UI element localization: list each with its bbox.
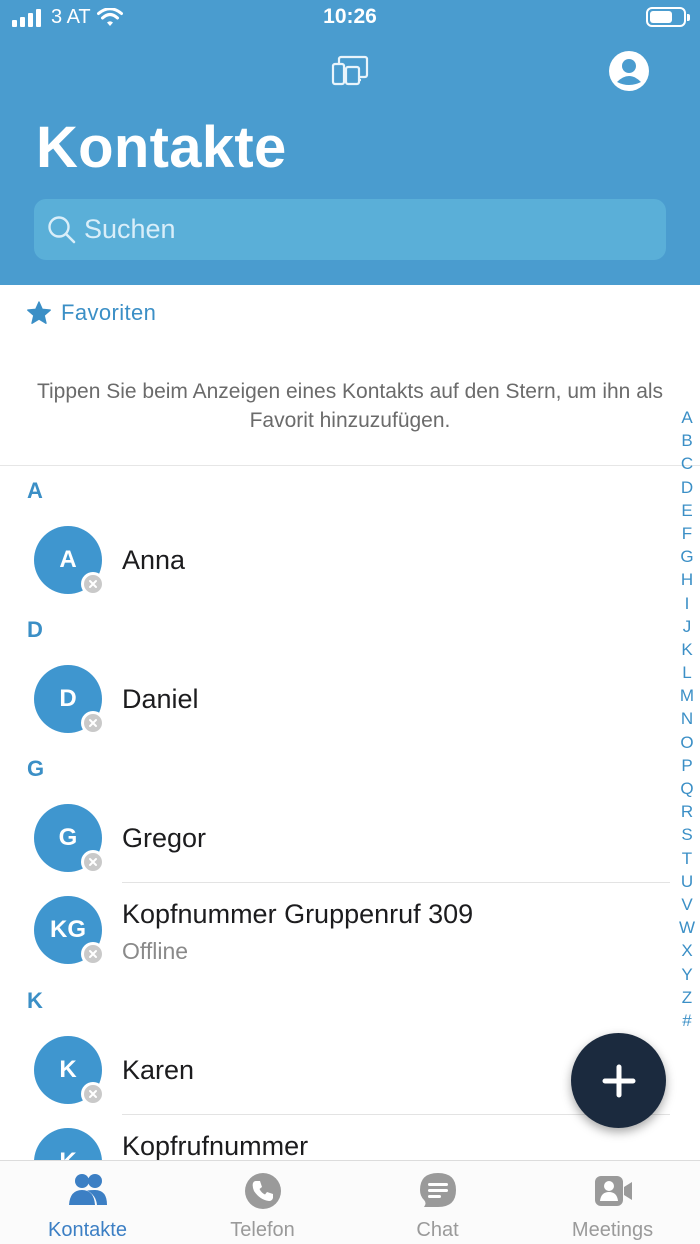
index-letter[interactable]: V: [676, 893, 698, 916]
contact-name: Daniel: [122, 684, 199, 714]
search-input[interactable]: [84, 199, 654, 260]
index-letter[interactable]: F: [676, 522, 698, 545]
index-letter[interactable]: J: [676, 615, 698, 638]
favorites-label: Favoriten: [61, 300, 157, 325]
battery-icon: [646, 7, 690, 27]
contact-name: Anna: [122, 545, 186, 575]
section-header-d: D: [27, 617, 43, 642]
tab-label: Meetings: [571, 1219, 654, 1241]
chat-icon: [420, 1173, 456, 1207]
section-header-g: G: [27, 756, 45, 781]
contact-row[interactable]: K Karen: [0, 1024, 670, 1116]
avatar: K: [34, 1128, 102, 1160]
tab-label: Kontakte: [48, 1219, 127, 1241]
index-letter[interactable]: S: [676, 823, 698, 846]
star-icon: [27, 301, 51, 324]
tab-label: Telefon: [230, 1219, 295, 1241]
contact-name: Kopfnummer Gruppenruf 309: [122, 899, 474, 929]
contact-row[interactable]: D Daniel: [0, 653, 670, 745]
tab-bar: Kontakte Telefon Chat Meetings: [0, 1160, 700, 1244]
presence-offline-icon: [81, 572, 105, 596]
contact-name: Kopfrufnummer: [122, 1131, 309, 1160]
tab-chat[interactable]: Chat: [350, 1161, 525, 1244]
account-icon[interactable]: [608, 50, 650, 92]
add-contact-button[interactable]: [571, 1033, 666, 1128]
contacts-icon: [69, 1174, 107, 1205]
divider: [0, 465, 700, 466]
index-letter[interactable]: H: [676, 568, 698, 591]
plus-icon: [602, 1064, 635, 1097]
index-letter[interactable]: C: [676, 452, 698, 475]
status-time: 10:26: [323, 5, 377, 28]
presence-offline-icon: [81, 711, 105, 735]
index-letter[interactable]: M: [676, 684, 698, 707]
divider: [122, 882, 670, 883]
contact-name: Gregor: [122, 823, 207, 853]
index-letter[interactable]: Z: [676, 986, 698, 1009]
index-letter[interactable]: R: [676, 800, 698, 823]
tab-meetings[interactable]: Meetings: [525, 1161, 700, 1244]
meetings-icon: [595, 1176, 632, 1206]
status-bar: 3 AT 10:26: [0, 0, 700, 36]
index-letter[interactable]: D: [676, 476, 698, 499]
contact-row[interactable]: K Kopfrufnummer: [0, 1116, 670, 1160]
index-letter[interactable]: W: [676, 916, 698, 939]
index-letter[interactable]: L: [676, 661, 698, 684]
page-title: Kontakte: [36, 115, 287, 180]
index-letter[interactable]: B: [676, 429, 698, 452]
favorites-hint: Tippen Sie beim Anzeigen eines Kontakts …: [36, 380, 664, 432]
contact-row[interactable]: A Anna: [0, 514, 670, 606]
contact-name: Karen: [122, 1055, 195, 1085]
section-header-k: K: [27, 988, 43, 1013]
contact-status: Offline: [122, 938, 189, 964]
favorites-header[interactable]: Favoriten: [26, 300, 156, 326]
index-letter[interactable]: Q: [676, 777, 698, 800]
presence-offline-icon: [81, 1082, 105, 1106]
header: 3 AT 10:26 Kontakte: [0, 0, 700, 285]
index-letter[interactable]: O: [676, 731, 698, 754]
tab-telefon[interactable]: Telefon: [175, 1161, 350, 1244]
index-letter[interactable]: U: [676, 870, 698, 893]
index-letter[interactable]: G: [676, 545, 698, 568]
index-letter[interactable]: N: [676, 707, 698, 730]
presence-offline-icon: [81, 850, 105, 874]
contact-row[interactable]: G Gregor: [0, 792, 670, 884]
index-letter[interactable]: E: [676, 499, 698, 522]
index-letter[interactable]: K: [676, 638, 698, 661]
alphabet-index[interactable]: A B C D E F G H I J K L M N O P Q R S T U V W X Y Z #: [676, 406, 698, 1032]
presence-offline-icon: [81, 942, 105, 966]
index-letter[interactable]: P: [676, 754, 698, 777]
index-letter[interactable]: X: [676, 939, 698, 962]
phone-icon: [245, 1173, 281, 1209]
search-icon: [48, 216, 76, 244]
index-letter[interactable]: Y: [676, 963, 698, 986]
devices-icon[interactable]: [330, 54, 370, 88]
section-header-a: A: [27, 478, 43, 503]
tab-label: Chat: [416, 1219, 459, 1241]
index-letter[interactable]: #: [676, 1009, 698, 1032]
index-letter[interactable]: T: [676, 847, 698, 870]
search-bar[interactable]: [34, 199, 666, 260]
tab-kontakte[interactable]: Kontakte: [0, 1161, 175, 1244]
index-letter[interactable]: A: [676, 406, 698, 429]
index-letter[interactable]: I: [676, 592, 698, 615]
contact-row[interactable]: KG Kopfnummer Gruppenruf 309 Offline: [0, 884, 670, 976]
